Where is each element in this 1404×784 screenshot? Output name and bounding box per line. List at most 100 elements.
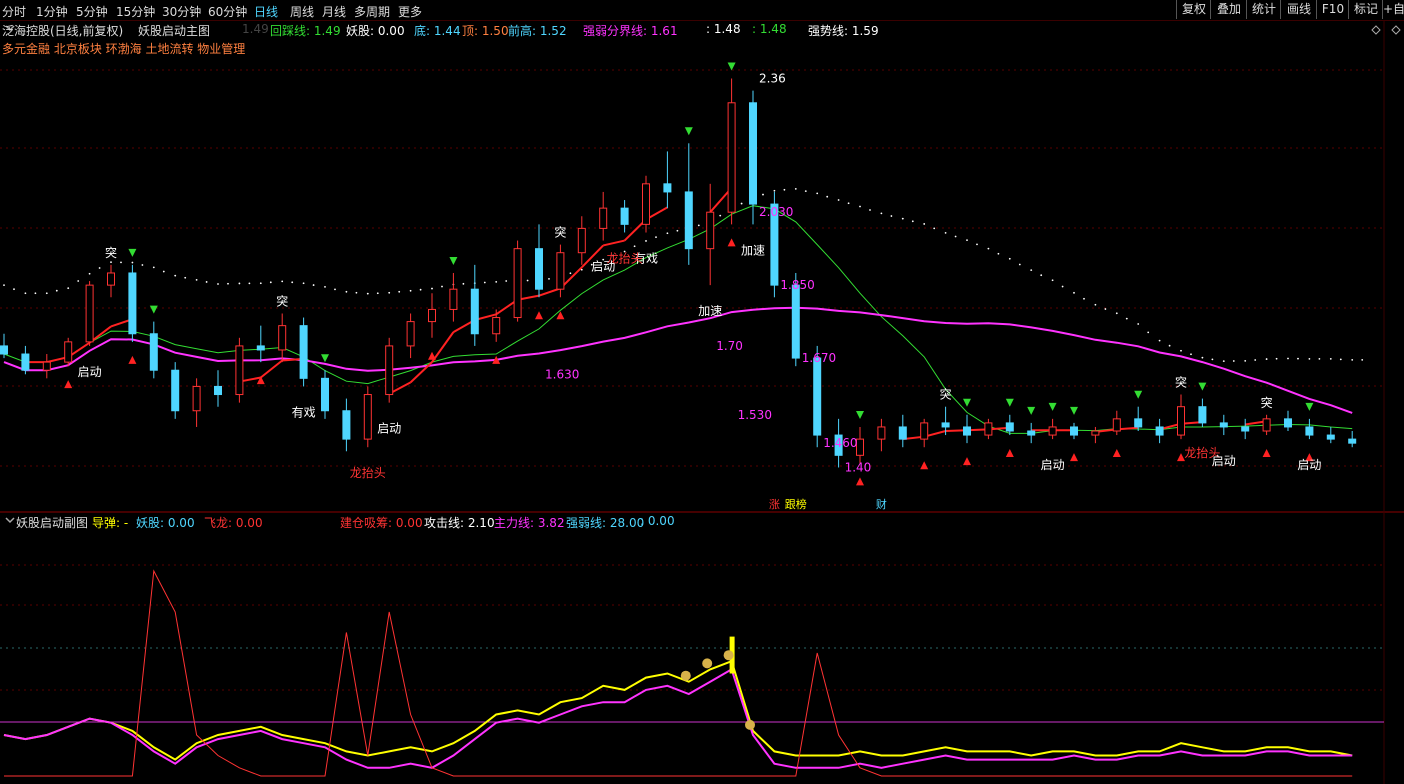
event-label: 启动 xyxy=(78,365,102,379)
candle-body xyxy=(406,321,415,347)
strong-line-dot xyxy=(334,288,336,291)
strong-line-dot xyxy=(1287,357,1289,360)
strong-line-dot xyxy=(773,189,776,192)
strong-line-dot xyxy=(259,282,262,285)
candle-body xyxy=(513,248,522,319)
money-bag-icon xyxy=(702,658,713,669)
price-label: 1.850 xyxy=(780,278,814,292)
candle-body xyxy=(1284,418,1292,428)
strong-line-dot xyxy=(431,287,433,290)
main-header-item: 妖股: 0.00 xyxy=(346,24,405,38)
price-label: 1.40 xyxy=(845,460,872,474)
sub-header-item: 妖股: 0.00 xyxy=(136,516,195,530)
candle-body xyxy=(1048,426,1057,436)
candle-body xyxy=(684,191,693,250)
up-arrow-icon xyxy=(128,355,137,364)
candle-body xyxy=(1219,422,1228,428)
strong-line-dot xyxy=(548,277,550,280)
money-bag-icon xyxy=(745,719,755,730)
strong-line-dot xyxy=(816,192,819,195)
strong-line-dot xyxy=(966,239,968,242)
candle-body xyxy=(898,426,907,440)
strong-line-dot xyxy=(859,205,861,208)
candle-body xyxy=(791,284,800,359)
strong-line-dot xyxy=(1339,358,1342,361)
strong-line-dot xyxy=(238,282,241,285)
strong-line-dot xyxy=(847,202,850,205)
candle-body xyxy=(64,341,73,363)
candle-body xyxy=(577,227,586,254)
event-label: 突 xyxy=(940,387,952,402)
main-header-item: 回踩线: 1.49 xyxy=(270,24,341,38)
candle-body xyxy=(1326,434,1335,440)
strong-line-dot xyxy=(666,232,669,235)
strong-line-dot xyxy=(291,281,294,284)
up-arrow-icon xyxy=(727,238,736,247)
strong-line-dot xyxy=(67,287,70,290)
strong-line-dot xyxy=(645,240,647,242)
down-arrow-icon xyxy=(1005,398,1014,407)
strong-line-dot xyxy=(312,284,315,286)
price-label: 1.670 xyxy=(802,351,836,365)
sub-header-item: 飞龙: 0.00 xyxy=(204,516,263,530)
sub-line-飞龙 xyxy=(4,569,1353,777)
strong-line-dot xyxy=(355,291,358,294)
strong-line-dot xyxy=(345,290,348,293)
strong-line-dot xyxy=(34,292,37,295)
strong-line-dot xyxy=(1158,339,1161,342)
strong-line-dot xyxy=(804,190,807,193)
strong-line-dot xyxy=(217,283,219,285)
candle-body xyxy=(363,394,372,440)
candle-body xyxy=(428,308,436,323)
candle-body xyxy=(599,207,608,229)
strong-line-dot xyxy=(569,272,572,275)
candle-body xyxy=(620,207,629,225)
up-arrow-icon xyxy=(963,457,971,466)
sub-header-item: 主力线: 3.82 xyxy=(494,516,565,530)
candle-body xyxy=(1134,418,1143,428)
strong-line-dot xyxy=(923,223,926,225)
candle-body xyxy=(1112,418,1121,432)
candle-body xyxy=(706,211,715,250)
candle-body xyxy=(0,345,8,355)
candle-body xyxy=(278,325,287,351)
strength-divide-line xyxy=(3,306,1353,414)
candle-body xyxy=(449,288,458,310)
strong-line-dot xyxy=(1351,358,1354,361)
strong-line-dot xyxy=(526,279,529,282)
strong-line-dot xyxy=(184,276,187,279)
event-label: 启动 xyxy=(1212,454,1236,468)
diamond-icon xyxy=(1371,25,1381,35)
price-label: 1.70 xyxy=(716,339,743,353)
sub-header: 妖股启动副图 xyxy=(16,516,89,530)
up-arrow-icon xyxy=(856,477,864,486)
strong-line-dot xyxy=(1083,297,1085,300)
strong-line-dot xyxy=(1222,360,1225,363)
down-arrow-icon xyxy=(856,410,864,419)
candle-body xyxy=(535,248,543,290)
strong-line-dot xyxy=(1104,308,1107,310)
candle-body xyxy=(235,345,244,396)
strong-line-dot xyxy=(398,290,401,293)
strong-line-dot xyxy=(987,247,990,250)
strong-line-dot xyxy=(1329,357,1332,360)
strong-line-dot xyxy=(1180,349,1182,352)
candle-body xyxy=(321,377,329,412)
main-header-item: 强势线: 1.59 xyxy=(808,24,879,38)
up-arrow-icon xyxy=(1262,449,1271,458)
event-label: 有戏 xyxy=(292,405,316,419)
candle-body xyxy=(149,333,158,371)
main-header: 1.49 xyxy=(242,22,269,36)
price-label: 1.460 xyxy=(823,436,857,450)
bottom-tag: 跟榜 xyxy=(785,497,807,511)
bottom-tag: 财 xyxy=(876,497,887,511)
down-arrow-icon xyxy=(1198,382,1207,391)
strong-line-dot xyxy=(162,270,165,273)
strong-line-dot xyxy=(954,235,957,238)
strong-line-dot xyxy=(1147,331,1150,334)
down-arrow-icon xyxy=(1134,390,1143,399)
event-label: 启动 xyxy=(1297,458,1321,472)
strong-line-dot xyxy=(719,214,722,217)
strong-line-dot xyxy=(462,282,465,285)
event-label: 加速 xyxy=(698,304,722,318)
